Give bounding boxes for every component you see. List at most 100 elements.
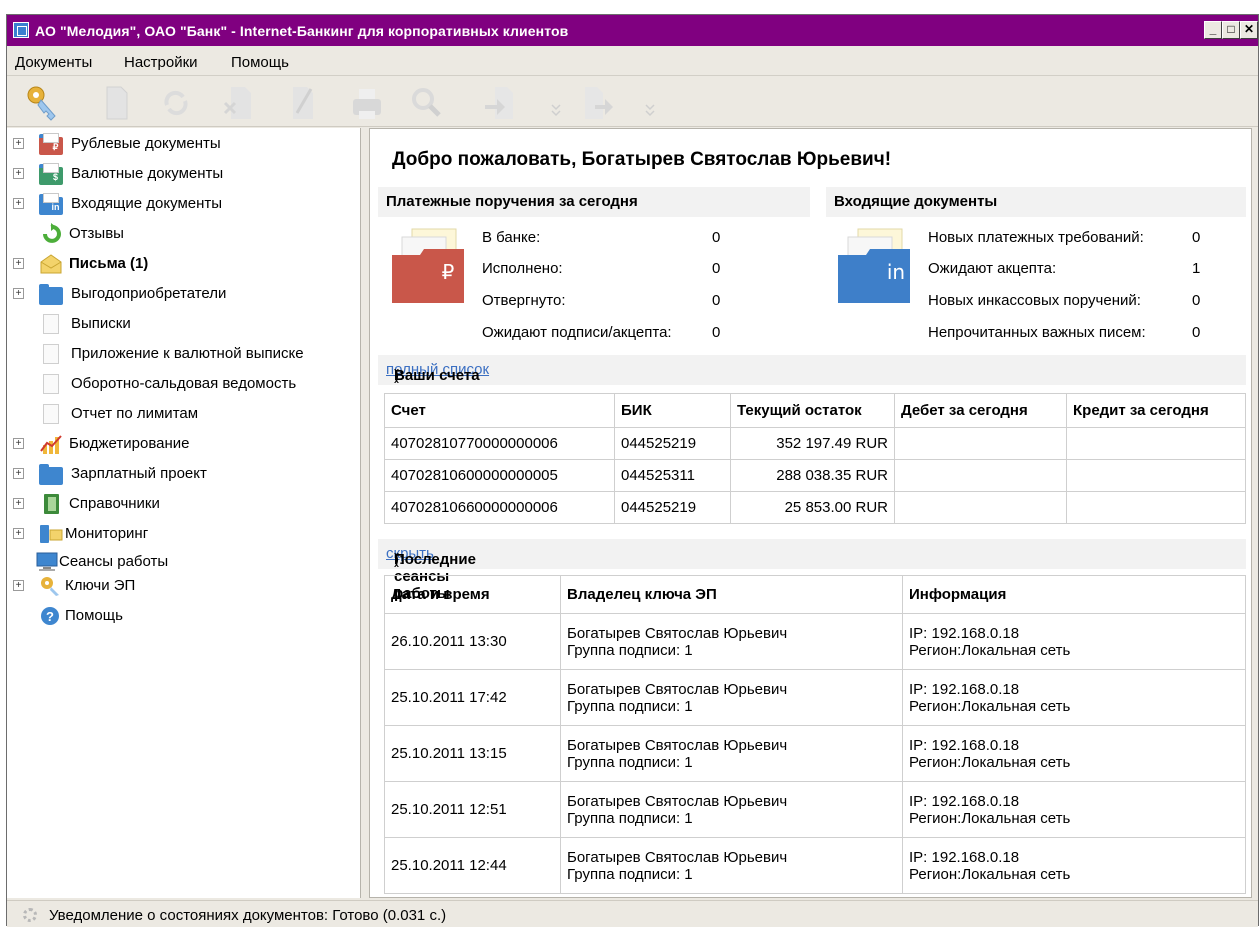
incoming-new-requests-value: 0 [1192, 229, 1201, 246]
payments-awaiting-label: Ожидают подписи/акцепта: [482, 324, 672, 341]
sidebar-item-signature-keys[interactable]: + Ключи ЭП [7, 572, 361, 600]
envelope-icon [39, 253, 63, 275]
table-row[interactable]: 25.10.2011 17:42 Богатырев Святослав Юрье… [384, 669, 1246, 726]
sidebar-item-letters[interactable]: + Письма (1) [7, 250, 361, 278]
incoming-awaiting-acceptance-value: 1 [1192, 260, 1201, 277]
sidebar-item-label: Письма (1) [69, 255, 149, 272]
payments-rejected-value: 0 [712, 292, 721, 309]
export-icon[interactable] [581, 83, 615, 123]
table-cell: 044525219 [614, 427, 731, 460]
table-row[interactable]: 40702810600000000005 044525311 288 038.35 … [384, 459, 1246, 492]
cell-line: Богатырев Святослав Юрьевич [567, 848, 788, 866]
loading-spinner-icon [23, 908, 37, 922]
payments-section-header: Платежные поручения за сегодня [378, 187, 810, 217]
sidebar-item-help[interactable]: ? Помощь [7, 602, 361, 630]
minimize-button[interactable]: _ [1204, 21, 1222, 39]
sidebar-item-salary-project[interactable]: + Зарплатный проект [7, 460, 361, 488]
expand-icon[interactable]: + [13, 258, 24, 269]
status-text: Уведомление о состояниях документов: Гот… [49, 907, 447, 924]
table-row[interactable]: 25.10.2011 13:15 Богатырев Святослав Юрье… [384, 725, 1246, 782]
expand-icon[interactable]: + [13, 468, 24, 479]
sidebar-item-directories[interactable]: + Справочники [7, 490, 361, 518]
table-cell: 25.10.2011 13:15 [384, 725, 561, 782]
table-cell: 25.10.2011 17:42 [384, 669, 561, 726]
monitoring-icon [39, 523, 63, 545]
navigation-tree: + ₽ Рублевые документы + $ Валютные доку… [7, 128, 361, 898]
payments-rejected-label: Отвергнуто: [482, 292, 566, 309]
sidebar-item-label: Выгодоприобретатели [71, 285, 227, 302]
svg-text:₽: ₽ [442, 260, 455, 284]
sidebar-item-turnover-sheet[interactable]: Оборотно-сальдовая ведомость [7, 370, 361, 398]
incoming-unread-letters-label: Непрочитанных важных писем: [928, 324, 1146, 341]
expand-icon[interactable]: + [13, 138, 24, 149]
expand-icon[interactable]: + [13, 528, 24, 539]
expand-icon[interactable]: + [13, 168, 24, 179]
menu-bar: Документы Настройки Помощь [7, 46, 1258, 76]
cell-line: IP: 192.168.0.18 [909, 680, 1020, 698]
accounts-title: Ваши счета [394, 367, 480, 384]
delete-icon[interactable] [221, 83, 255, 123]
table-cell: 288 038.35 RUR [730, 459, 895, 492]
table-row[interactable]: 25.10.2011 12:51 Богатырев Святослав Юрье… [384, 781, 1246, 838]
sidebar-item-currency-documents[interactable]: + $ Валютные документы [7, 160, 361, 188]
sidebar-item-statements[interactable]: Выписки [7, 310, 361, 338]
cell-line: 25.10.2011 13:15 [391, 745, 507, 762]
edit-icon[interactable] [285, 83, 319, 123]
key-icon[interactable] [25, 83, 59, 123]
accounts-paren-close: ): [394, 367, 404, 384]
main-content: Добро пожаловать, Богатырев Святослав Юр… [369, 128, 1252, 898]
table-row[interactable]: 25.10.2011 12:44 Богатырев Святослав Юрье… [384, 837, 1246, 894]
print-icon[interactable] [349, 83, 383, 123]
incoming-new-requests-label: Новых платежных требований: [928, 229, 1144, 246]
sidebar-item-revocations[interactable]: Отзывы [7, 220, 361, 248]
document-icon [39, 373, 63, 395]
table-cell: 26.10.2011 13:30 [384, 613, 561, 670]
incoming-unread-letters-value: 0 [1192, 324, 1201, 341]
sidebar-item-limits-report[interactable]: Отчет по лимитам [7, 400, 361, 428]
cell-line: Группа подписи: 1 [567, 641, 693, 659]
sidebar-item-monitoring[interactable]: + Мониторинг [7, 520, 361, 548]
sidebar-item-ruble-documents[interactable]: + ₽ Рублевые документы [7, 130, 361, 158]
payments-in-bank-value: 0 [712, 229, 721, 246]
menu-settings[interactable]: Настройки [124, 54, 198, 71]
cell-line: Группа подписи: 1 [567, 753, 693, 771]
sidebar-item-budgeting[interactable]: + Бюджетирование [7, 430, 361, 458]
search-icon[interactable] [409, 83, 443, 123]
table-row[interactable]: 40702810660000000006 044525219 25 853.00 R… [384, 491, 1246, 524]
sidebar-item-currency-statement-appendix[interactable]: Приложение к валютной выписке [7, 340, 361, 368]
svg-text:?: ? [46, 609, 54, 624]
expand-icon[interactable]: + [13, 580, 24, 591]
cell-line: 26.10.2011 13:30 [391, 633, 507, 650]
menu-help[interactable]: Помощь [231, 54, 289, 71]
menu-documents[interactable]: Документы [15, 54, 92, 71]
expand-icon[interactable]: + [13, 288, 24, 299]
cell-line: 25.10.2011 17:42 [391, 689, 507, 706]
cell-line: Регион:Локальная сеть [909, 753, 1071, 771]
new-document-icon[interactable] [99, 83, 133, 123]
expand-icon[interactable]: + [13, 498, 24, 509]
table-row[interactable]: 26.10.2011 13:30 Богатырев Святослав Юрье… [384, 613, 1246, 670]
maximize-button[interactable]: □ [1222, 21, 1240, 39]
sidebar-item-label: Оборотно-сальдовая ведомость [71, 375, 297, 392]
sidebar-item-label: Отзывы [69, 225, 124, 242]
chevron-down-icon[interactable] [539, 83, 561, 123]
chevron-down-icon[interactable] [633, 83, 655, 123]
sessions-section-header: Последние сеансы работы (скрыть): [378, 539, 1246, 602]
expand-icon[interactable]: + [13, 198, 24, 209]
close-button[interactable]: ✕ [1240, 21, 1258, 39]
sidebar-item-beneficiaries[interactable]: + Выгодоприобретатели [7, 280, 361, 308]
cell-line: Группа подписи: 1 [567, 865, 693, 883]
sidebar-item-incoming-documents[interactable]: + in Входящие документы [7, 190, 361, 218]
table-row[interactable]: 40702810770000000006 044525219 352 197.49 … [384, 427, 1246, 460]
import-icon[interactable] [483, 83, 517, 123]
table-cell [894, 459, 1067, 492]
refresh-icon[interactable] [159, 83, 193, 123]
incoming-title: Входящие документы [834, 193, 998, 210]
cell-line: 25.10.2011 12:44 [391, 857, 507, 874]
table-cell: 25.10.2011 12:44 [384, 837, 561, 894]
expand-icon[interactable]: + [13, 438, 24, 449]
folder-icon [39, 283, 63, 305]
incoming-collection-orders-value: 0 [1192, 292, 1201, 309]
table-cell: Богатырев Святослав Юрьевич Группа подпис… [560, 613, 903, 670]
cell-line: Богатырев Святослав Юрьевич [567, 680, 788, 698]
